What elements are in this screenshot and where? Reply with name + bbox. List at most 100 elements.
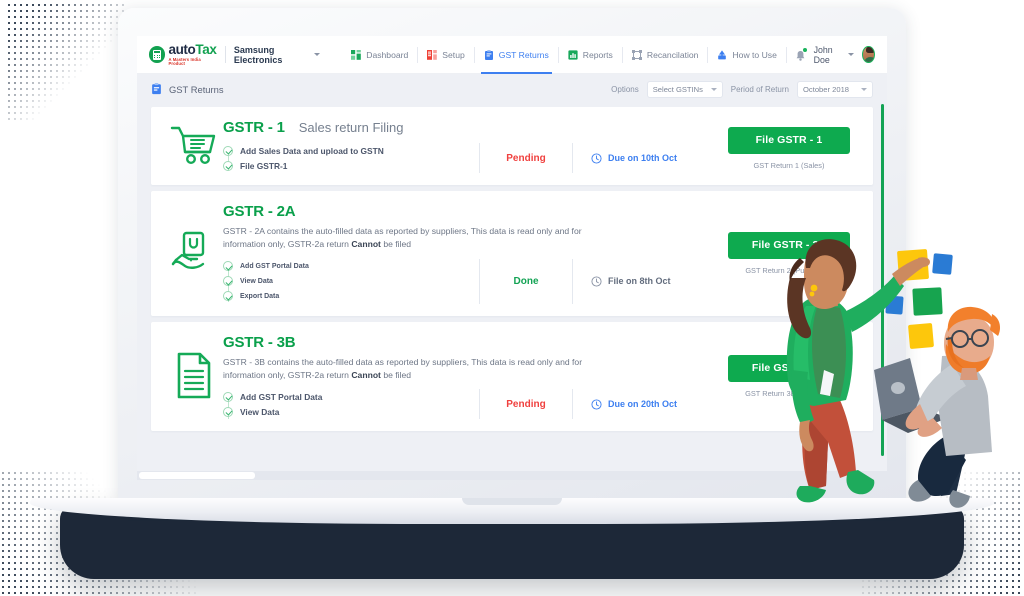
- nav-label: Setup: [442, 49, 465, 60]
- card-description: GSTR - 3B contains the auto-filled data …: [223, 356, 618, 383]
- nav-item-reports[interactable]: Reports: [559, 36, 622, 74]
- nav-item-recancilation[interactable]: Recancilation: [623, 36, 708, 74]
- period-select-value: October 2018: [803, 84, 850, 94]
- company-name: Samsung Electronics: [233, 44, 283, 65]
- action-caption: GST Return 1 (Sales): [753, 160, 825, 170]
- nav-item-setup[interactable]: Setup: [418, 36, 473, 74]
- chevron-down-icon: [314, 53, 321, 56]
- divider: [572, 389, 573, 420]
- card-body: GSTR - 2A GSTR - 2A contains the auto-fi…: [223, 203, 719, 304]
- card-status-row: Add Sales Data and upload to GSTN File G…: [223, 143, 719, 173]
- nav-label: How to Use: [732, 49, 777, 60]
- checklist-label: Add Sales Data and upload to GSTN: [240, 145, 384, 156]
- due-date-label: Due on 20th Oct: [608, 399, 678, 410]
- return-card-gstr-1[interactable]: GSTR - 1 Sales return Filing Add Sales D…: [151, 107, 873, 185]
- autotax-logo[interactable]: autoTax A Masters India Product: [149, 43, 217, 66]
- clock-icon: [591, 399, 602, 410]
- checklist-item[interactable]: File GSTR-1: [223, 158, 475, 173]
- gstin-select[interactable]: Select GSTINs: [646, 80, 723, 98]
- card-body: GSTR - 1 Sales return Filing Add Sales D…: [223, 119, 719, 173]
- clipboard-page-icon: [152, 83, 161, 95]
- check-circle-icon: [223, 406, 233, 417]
- navbar-right: John Doe: [785, 45, 879, 65]
- period-select[interactable]: October 2018: [797, 80, 873, 98]
- page-title-label: GST Returns: [169, 83, 224, 95]
- card-icon-wrap: [165, 203, 223, 304]
- card-title: GSTR - 3B: [223, 333, 296, 351]
- calculator-logo-icon: [149, 46, 166, 63]
- reports-icon: [568, 49, 578, 60]
- gstin-select-value: Select GSTINs: [652, 84, 703, 94]
- logo-word-auto: auto: [168, 42, 196, 58]
- card-heading: GSTR - 3B: [223, 334, 719, 351]
- sub-header-controls: Options Select GSTINs Period of Return O…: [611, 80, 873, 98]
- checklist-label: View Data: [240, 406, 280, 417]
- divider: [479, 389, 480, 420]
- checklist-label: Add GST Portal Data: [240, 262, 309, 270]
- nav-label: Reports: [582, 49, 613, 60]
- nav-items: Dashboard Setup GST Returns Reports Reca…: [342, 36, 786, 74]
- card-action: File GSTR - 1 GST Return 1 (Sales): [719, 123, 859, 170]
- logo-word-tax: Tax: [195, 42, 217, 58]
- checklist-item[interactable]: Add GST Portal Data: [223, 389, 475, 404]
- clipboard-icon: [484, 49, 493, 60]
- check-circle-icon: [223, 391, 233, 402]
- top-navbar: autoTax A Masters India Product Samsung …: [137, 36, 887, 74]
- checklist-item[interactable]: Add Sales Data and upload to GSTN: [223, 143, 475, 158]
- user-name[interactable]: John Doe: [814, 45, 841, 65]
- decorative-dots-top-left: [6, 2, 126, 122]
- description-emphasis: Cannot: [351, 369, 381, 380]
- file-gstr-1-button[interactable]: File GSTR - 1: [728, 126, 850, 154]
- clock-icon: [591, 276, 602, 287]
- horizontal-scrollbar-thumb[interactable]: [139, 472, 255, 479]
- checklist-item[interactable]: View Data: [223, 404, 475, 419]
- nav-label: Recancilation: [646, 49, 699, 60]
- card-body: GSTR - 3B GSTR - 3B contains the auto-fi…: [223, 334, 719, 420]
- nav-item-dashboard[interactable]: Dashboard: [342, 36, 417, 74]
- description-emphasis: Cannot: [351, 239, 381, 250]
- checklist-item[interactable]: Add GST Portal Data: [223, 259, 475, 274]
- hand-holding-document-icon: [171, 232, 205, 270]
- status-badge: Done: [513, 275, 539, 287]
- checklist-item[interactable]: View Data: [223, 274, 475, 289]
- card-heading: GSTR - 1 Sales return Filing: [223, 119, 719, 136]
- page-title: GST Returns: [151, 83, 224, 95]
- nav-separator: [785, 46, 787, 63]
- checklist-label: File GSTR-1: [240, 160, 288, 171]
- checklist: Add Sales Data and upload to GSTN File G…: [223, 143, 475, 173]
- nav-item-gst-returns[interactable]: GST Returns: [475, 36, 558, 74]
- help-icon: [718, 49, 727, 59]
- checklist-label: View Data: [240, 277, 273, 285]
- nav-item-how-to-use[interactable]: How to Use: [708, 36, 785, 74]
- nav-label: Dashboard: [366, 49, 409, 60]
- check-circle-icon: [223, 276, 233, 287]
- sub-header: GST Returns Options Select GSTINs Period…: [137, 74, 887, 104]
- user-chevron-down-icon[interactable]: [848, 53, 855, 56]
- logo-tagline: A Masters India Product: [168, 56, 201, 66]
- description-post: be filed: [380, 369, 412, 380]
- description-post: be filed: [380, 239, 412, 250]
- card-heading: GSTR - 2A: [223, 203, 719, 220]
- chevron-down-icon: [861, 87, 867, 91]
- due-date-label: File on 8th Oct: [608, 276, 671, 287]
- card-title: GSTR - 1: [223, 119, 285, 136]
- options-label: Options: [611, 84, 639, 94]
- card-status-row: Add GST Portal Data View Data Export Dat…: [223, 258, 719, 304]
- checklist-label: Add GST Portal Data: [240, 391, 323, 402]
- return-card-gstr-2a[interactable]: GSTR - 2A GSTR - 2A contains the auto-fi…: [151, 191, 873, 316]
- notifications-button[interactable]: [795, 47, 807, 61]
- checklist-item[interactable]: Export Data: [223, 289, 475, 304]
- card-icon-wrap: [165, 125, 223, 167]
- return-card-gstr-3b[interactable]: GSTR - 3B GSTR - 3B contains the auto-fi…: [151, 321, 873, 432]
- avatar[interactable]: [862, 46, 875, 63]
- grid-icon: [351, 49, 362, 60]
- check-circle-icon: [223, 145, 233, 156]
- check-circle-icon: [223, 160, 233, 171]
- card-subtitle: Sales return Filing: [298, 120, 404, 135]
- card-status-row: Add GST Portal Data View Data Pending Du…: [223, 389, 719, 420]
- company-selector[interactable]: Samsung Electronics: [233, 44, 321, 65]
- chevron-down-icon: [710, 87, 717, 91]
- divider: [572, 143, 573, 173]
- status-badge: Pending: [506, 398, 546, 410]
- setup-icon: [427, 49, 438, 60]
